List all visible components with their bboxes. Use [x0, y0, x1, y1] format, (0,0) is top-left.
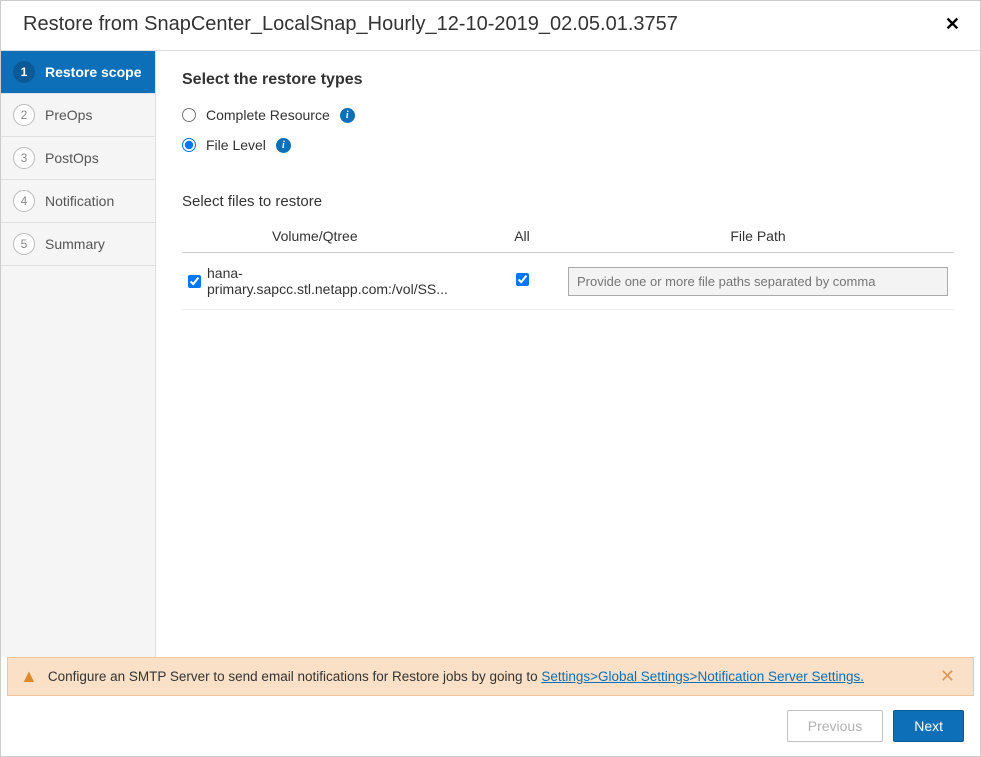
modal-body: 1 Restore scope 2 PreOps 3 PostOps 4 Not…: [1, 51, 980, 657]
wizard-step-notification[interactable]: 4 Notification: [1, 180, 155, 223]
wizard-step-preops[interactable]: 2 PreOps: [1, 94, 155, 137]
restore-modal: Restore from SnapCenter_LocalSnap_Hourly…: [0, 0, 981, 757]
step-label: PostOps: [45, 150, 99, 166]
files-table: Volume/Qtree All File Path hana-primary.…: [182, 220, 954, 310]
alert-close-icon[interactable]: ✕: [934, 666, 961, 687]
modal-title: Restore from SnapCenter_LocalSnap_Hourly…: [23, 13, 678, 36]
previous-button: Previous: [787, 710, 883, 742]
volume-name: hana-primary.sapcc.stl.netapp.com:/vol/S…: [207, 265, 476, 297]
step-label: Summary: [45, 236, 105, 252]
info-icon[interactable]: i: [276, 138, 291, 153]
table-row: hana-primary.sapcc.stl.netapp.com:/vol/S…: [182, 253, 954, 310]
files-section: Select files to restore Volume/Qtree All…: [182, 193, 954, 310]
next-button[interactable]: Next: [893, 710, 964, 742]
radio-complete-resource-input[interactable]: [182, 108, 196, 122]
smtp-alert: ▲ Configure an SMTP Server to send email…: [7, 657, 974, 696]
wizard-step-summary[interactable]: 5 Summary: [1, 223, 155, 266]
step-label: Restore scope: [45, 64, 141, 80]
step-number: 2: [13, 104, 35, 126]
wizard-step-postops[interactable]: 3 PostOps: [1, 137, 155, 180]
close-icon[interactable]: ✕: [941, 14, 964, 35]
alert-text: Configure an SMTP Server to send email n…: [48, 669, 864, 684]
radio-file-level[interactable]: File Level i: [182, 137, 954, 153]
col-header-all: All: [482, 220, 562, 253]
step-label: PreOps: [45, 107, 92, 123]
radio-complete-resource[interactable]: Complete Resource i: [182, 107, 954, 123]
radio-file-level-input[interactable]: [182, 138, 196, 152]
step-number: 5: [13, 233, 35, 255]
step-number: 4: [13, 190, 35, 212]
files-title: Select files to restore: [182, 193, 954, 210]
radio-file-level-label: File Level: [206, 137, 266, 153]
wizard-nav: 1 Restore scope 2 PreOps 3 PostOps 4 Not…: [1, 51, 156, 657]
alert-link[interactable]: Settings>Global Settings>Notification Se…: [541, 669, 864, 684]
step-label: Notification: [45, 193, 114, 209]
warning-icon: ▲: [20, 666, 38, 687]
info-icon[interactable]: i: [340, 108, 355, 123]
step-number: 1: [13, 61, 35, 83]
content-panel: Select the restore types Complete Resour…: [156, 51, 980, 657]
radio-complete-resource-label: Complete Resource: [206, 107, 330, 123]
row-checkbox[interactable]: [188, 275, 201, 288]
step-number: 3: [13, 147, 35, 169]
file-path-input[interactable]: [568, 267, 948, 296]
restore-types-title: Select the restore types: [182, 71, 954, 89]
col-header-volume: Volume/Qtree: [182, 220, 482, 253]
wizard-step-restore-scope[interactable]: 1 Restore scope: [1, 51, 155, 94]
modal-header: Restore from SnapCenter_LocalSnap_Hourly…: [1, 1, 980, 51]
col-header-path: File Path: [562, 220, 954, 253]
modal-footer: Previous Next: [1, 696, 980, 756]
all-checkbox[interactable]: [516, 273, 529, 286]
